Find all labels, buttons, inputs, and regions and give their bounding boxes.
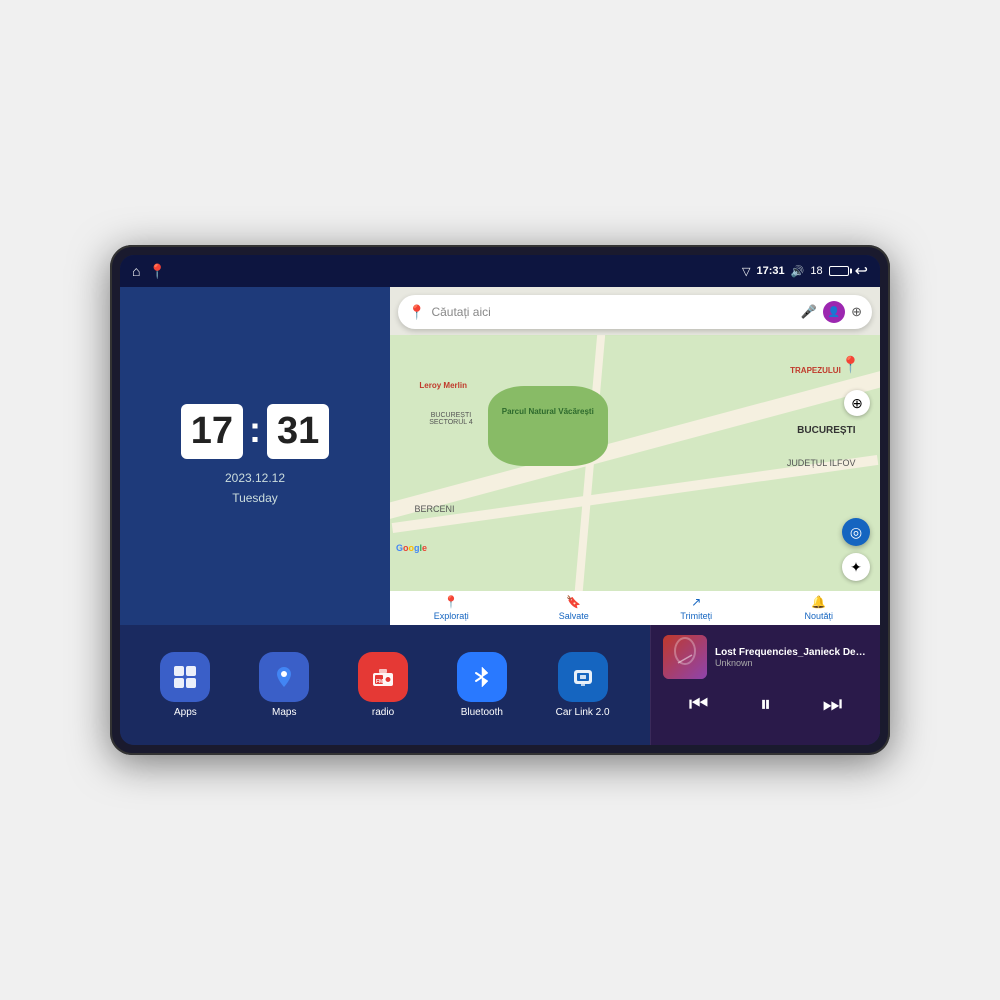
music-title: Lost Frequencies_Janieck Devy-... — [715, 647, 868, 658]
map-pin-icon: 📍 — [408, 304, 425, 321]
map-park-label: Parcul Natural Văcărești — [498, 407, 598, 416]
map-location-pin: 📍 — [840, 355, 860, 375]
home-icon[interactable]: ⌂ — [132, 263, 140, 279]
device-frame: ⌂ 📍 ▽ 17:31 🔊 18 ↩ 17 : — [110, 245, 890, 755]
battery-icon — [829, 266, 849, 276]
map-panel[interactable]: 📍 Căutați aici 🎤 👤 ⊕ — [390, 287, 880, 625]
status-left-icons: ⌂ 📍 — [132, 263, 166, 280]
svg-text:FM: FM — [376, 679, 383, 685]
map-berceni-label: BERCENI — [415, 504, 455, 514]
music-artist: Unknown — [715, 658, 868, 668]
explore-icon: 📍 — [444, 595, 459, 609]
map-compass-button[interactable]: ⊕ — [844, 390, 870, 416]
map-sector-label: BUCUREȘTISECTORUL 4 — [429, 412, 473, 426]
clock-colon: : — [249, 409, 261, 451]
clock-date: 2023.12.12 Tuesday — [225, 469, 285, 507]
status-bar: ⌂ 📍 ▽ 17:31 🔊 18 ↩ — [120, 255, 880, 287]
map-ilfov-label: JUDEȚUL ILFOV — [787, 458, 856, 468]
top-row: 17 : 31 2023.12.12 Tuesday 📍 Căutați aic… — [120, 287, 880, 625]
map-background: Parcul Natural Văcărești Leroy Merlin BU… — [390, 335, 880, 591]
bluetooth-icon-wrap — [457, 652, 507, 702]
main-content: 17 : 31 2023.12.12 Tuesday 📍 Căutați aic… — [120, 287, 880, 745]
music-panel: Lost Frequencies_Janieck Devy-... Unknow… — [650, 625, 880, 745]
device-screen: ⌂ 📍 ▽ 17:31 🔊 18 ↩ 17 : — [120, 255, 880, 745]
map-star-button[interactable]: ✦ — [842, 553, 870, 581]
next-button[interactable]: ⏭ — [814, 687, 850, 721]
status-right-icons: ▽ 17:31 🔊 18 ↩ — [742, 261, 868, 281]
music-info-row: Lost Frequencies_Janieck Devy-... Unknow… — [663, 635, 868, 679]
news-icon: 🔔 — [811, 595, 826, 609]
saved-icon: 🔖 — [566, 595, 581, 609]
send-icon: ↗ — [691, 595, 701, 609]
app-item-maps[interactable]: Maps — [259, 652, 309, 718]
play-pause-button[interactable]: ⏸ — [752, 687, 779, 721]
map-park — [488, 386, 608, 466]
signal-icon: ▽ — [742, 265, 750, 278]
clock-display: 17 : 31 — [181, 404, 330, 459]
maps-icon — [259, 652, 309, 702]
battery-level: 18 — [810, 265, 822, 277]
music-thumbnail — [663, 635, 707, 679]
radio-label: radio — [372, 707, 394, 718]
maps-pin-icon[interactable]: 📍 — [148, 263, 165, 280]
map-bucuresti-label: BUCUREȘTI — [797, 425, 855, 436]
clock-panel: 17 : 31 2023.12.12 Tuesday — [120, 287, 390, 625]
clock-minutes: 31 — [267, 404, 329, 459]
map-account-icon[interactable]: 👤 — [823, 301, 845, 323]
map-nav-saved[interactable]: 🔖 Salvate — [513, 595, 636, 621]
map-leroy-label: Leroy Merlin — [419, 381, 467, 390]
bluetooth-label: Bluetooth — [461, 707, 503, 718]
maps-label: Maps — [272, 707, 296, 718]
bottom-row: Apps Maps — [120, 625, 880, 745]
map-bottom-nav: 📍 Explorați 🔖 Salvate ↗ Trimiteți 🔔 — [390, 591, 880, 625]
google-logo: Google — [396, 543, 427, 553]
map-nav-explore[interactable]: 📍 Explorați — [390, 595, 513, 621]
app-item-carlink[interactable]: Car Link 2.0 — [556, 652, 610, 718]
map-search-input[interactable]: Căutați aici — [431, 305, 794, 319]
app-item-apps[interactable]: Apps — [160, 652, 210, 718]
music-controls: ⏮ ⏸ ⏭ — [663, 687, 868, 721]
back-icon[interactable]: ↩ — [855, 261, 868, 281]
radio-icon: FM — [358, 652, 408, 702]
apps-icon — [160, 652, 210, 702]
apps-label: Apps — [174, 707, 197, 718]
map-my-location-button[interactable]: ◎ — [842, 518, 870, 546]
map-nav-news[interactable]: 🔔 Noutăți — [758, 595, 881, 621]
volume-icon: 🔊 — [791, 265, 805, 278]
app-item-radio[interactable]: FM radio — [358, 652, 408, 718]
apps-dock: Apps Maps — [120, 625, 650, 745]
map-search-bar[interactable]: 📍 Căutați aici 🎤 👤 ⊕ — [398, 295, 872, 329]
carlink-label: Car Link 2.0 — [556, 707, 610, 718]
map-nav-send[interactable]: ↗ Trimiteți — [635, 595, 758, 621]
map-layers-icon[interactable]: ⊕ — [851, 304, 862, 320]
carlink-icon — [558, 652, 608, 702]
map-trapezului-label: TRAPEZULUI — [790, 366, 841, 375]
status-time: 17:31 — [757, 265, 785, 277]
clock-hours: 17 — [181, 404, 243, 459]
prev-button[interactable]: ⏮ — [681, 687, 717, 721]
music-meta: Lost Frequencies_Janieck Devy-... Unknow… — [715, 647, 868, 668]
app-item-bluetooth[interactable]: Bluetooth — [457, 652, 507, 718]
map-mic-icon[interactable]: 🎤 — [801, 304, 817, 320]
